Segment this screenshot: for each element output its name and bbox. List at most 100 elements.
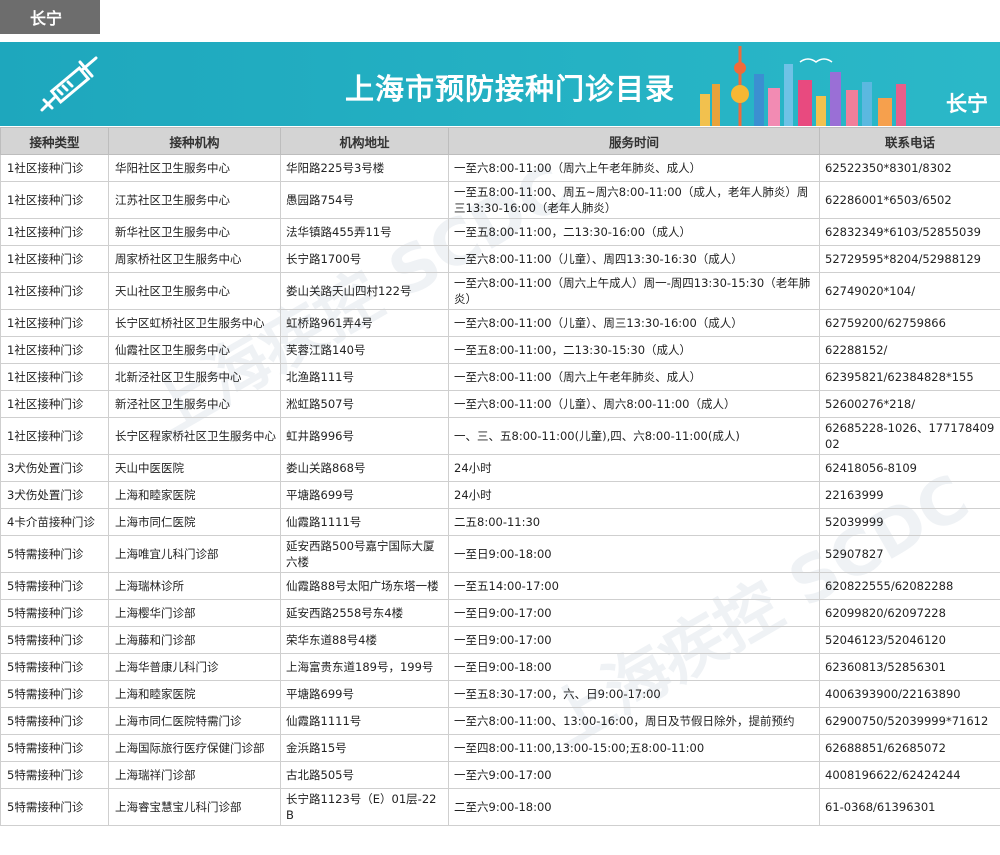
cell-organization: 长宁区虹桥社区卫生服务中心 — [108, 309, 281, 337]
cell-service-time: 一至五8:00-11:00、周五~周六8:00-11:00（成人，老年人肺炎）周… — [448, 181, 820, 219]
cell-organization: 上海市同仁医院 — [108, 508, 281, 536]
cell-type: 1社区接种门诊 — [0, 363, 109, 391]
table-row: 1社区接种门诊 长宁区程家桥社区卫生服务中心 虹井路996号 一、三、五8:00-11… — [0, 417, 1000, 455]
cell-type: 5特需接种门诊 — [0, 734, 109, 762]
cell-phone: 4006393900/22163890 — [819, 680, 1000, 708]
cell-phone: 4008196622/62424244 — [819, 761, 1000, 789]
cell-address: 仙霞路1111号 — [280, 508, 449, 536]
cell-type: 1社区接种门诊 — [0, 245, 109, 273]
cell-address: 虹井路996号 — [280, 417, 449, 455]
cell-service-time: 一至日9:00-18:00 — [448, 535, 820, 573]
cell-organization: 江苏社区卫生服务中心 — [108, 181, 281, 219]
table-row: 1社区接种门诊 仙霞社区卫生服务中心 芙蓉江路140号 一至五8:00-11:00，二… — [0, 336, 1000, 364]
column-header-phone: 联系电话 — [819, 127, 1000, 155]
table-row: 5特需接种门诊 上海樱华门诊部 延安西路2558号东4楼 一至日9:00-17:00 6… — [0, 599, 1000, 627]
cell-address: 法华镇路455弄11号 — [280, 218, 449, 246]
page-title: 上海市预防接种门诊目录 — [345, 72, 676, 106]
table-row: 5特需接种门诊 上海唯宜儿科门诊部 延安西路500号嘉宁国际大厦六楼 一至日9:00-… — [0, 535, 1000, 573]
table-row: 5特需接种门诊 上海瑞祥门诊部 古北路505号 一至六9:00-17:00 400819… — [0, 761, 1000, 789]
cell-phone: 61-0368/61396301 — [819, 788, 1000, 826]
cell-service-time: 一至五8:00-11:00，二13:30-16:00（成人） — [448, 218, 820, 246]
cell-organization: 长宁区程家桥社区卫生服务中心 — [108, 417, 281, 455]
cell-type: 5特需接种门诊 — [0, 572, 109, 600]
cell-address: 金浜路15号 — [280, 734, 449, 762]
cell-phone: 62900750/52039999*71612 — [819, 707, 1000, 735]
cell-phone: 22163999 — [819, 481, 1000, 509]
table-row: 1社区接种门诊 长宁区虹桥社区卫生服务中心 虹桥路961弄4号 一至六8:00-11:… — [0, 309, 1000, 337]
cell-type: 5特需接种门诊 — [0, 653, 109, 681]
table-row: 1社区接种门诊 新泾社区卫生服务中心 淞虹路507号 一至六8:00-11:00（儿童… — [0, 390, 1000, 418]
cell-type: 4卡介苗接种门诊 — [0, 508, 109, 536]
cell-type: 5特需接种门诊 — [0, 535, 109, 573]
cell-address: 虹桥路961弄4号 — [280, 309, 449, 337]
cell-organization: 上海睿宝慧宝儿科门诊部 — [108, 788, 281, 826]
column-header-address: 机构地址 — [280, 127, 449, 155]
cell-service-time: 一至六8:00-11:00（周六上午老年肺炎、成人） — [448, 154, 820, 182]
cell-type: 5特需接种门诊 — [0, 761, 109, 789]
cell-phone: 62395821/62384828*155 — [819, 363, 1000, 391]
cell-type: 5特需接种门诊 — [0, 680, 109, 708]
cell-organization: 上海华普康儿科门诊 — [108, 653, 281, 681]
cell-service-time: 一至六8:00-11:00、13:00-16:00，周日及节假日除外，提前预约 — [448, 707, 820, 735]
column-header-type: 接种类型 — [0, 127, 109, 155]
cell-phone: 62522350*8301/8302 — [819, 154, 1000, 182]
cell-organization: 仙霞社区卫生服务中心 — [108, 336, 281, 364]
cell-type: 1社区接种门诊 — [0, 309, 109, 337]
cell-type: 1社区接种门诊 — [0, 336, 109, 364]
cell-type: 1社区接种门诊 — [0, 417, 109, 455]
clinic-table: 接种类型 接种机构 机构地址 服务时间 联系电话 1社区接种门诊 华阳社区卫生服务… — [0, 127, 1000, 826]
table-header-row: 接种类型 接种机构 机构地址 服务时间 联系电话 — [0, 127, 1000, 155]
cell-organization: 上海瑞祥门诊部 — [108, 761, 281, 789]
cell-type: 3犬伤处置门诊 — [0, 454, 109, 482]
cell-type: 5特需接种门诊 — [0, 788, 109, 826]
cell-type: 1社区接种门诊 — [0, 272, 109, 310]
cell-address: 愚园路754号 — [280, 181, 449, 219]
cell-phone: 62418056-8109 — [819, 454, 1000, 482]
table-row: 3犬伤处置门诊 上海和睦家医院 平塘路699号 24小时 22163999 — [0, 481, 1000, 509]
cell-service-time: 一至五14:00-17:00 — [448, 572, 820, 600]
table-row: 4卡介苗接种门诊 上海市同仁医院 仙霞路1111号 二五8:00-11:30 52039… — [0, 508, 1000, 536]
cell-phone: 52039999 — [819, 508, 1000, 536]
cell-type: 1社区接种门诊 — [0, 218, 109, 246]
skyline-illustration — [700, 46, 906, 126]
cell-service-time: 一至日9:00-18:00 — [448, 653, 820, 681]
cell-service-time: 一至六8:00-11:00（儿童）、周三13:30-16:00（成人） — [448, 309, 820, 337]
cell-phone: 62688851/62685072 — [819, 734, 1000, 762]
cell-phone: 62749020*104/ — [819, 272, 1000, 310]
cell-service-time: 24小时 — [448, 481, 820, 509]
cell-address: 上海富贵东道189号，199号 — [280, 653, 449, 681]
banner: 上海市预防接种门诊目录 长宁 — [0, 42, 1000, 126]
cell-address: 平塘路699号 — [280, 680, 449, 708]
cell-organization: 上海樱华门诊部 — [108, 599, 281, 627]
cell-address: 娄山关路天山四村122号 — [280, 272, 449, 310]
cell-service-time: 二五8:00-11:30 — [448, 508, 820, 536]
cell-service-time: 一、三、五8:00-11:00(儿童),四、六8:00-11:00(成人) — [448, 417, 820, 455]
cell-organization: 上海市同仁医院特需门诊 — [108, 707, 281, 735]
table-row: 1社区接种门诊 新华社区卫生服务中心 法华镇路455弄11号 一至五8:00-11:0… — [0, 218, 1000, 246]
cell-address: 淞虹路507号 — [280, 390, 449, 418]
cell-address: 华阳路225号3号楼 — [280, 154, 449, 182]
table-row: 5特需接种门诊 上海华普康儿科门诊 上海富贵东道189号，199号 一至日9:00-1… — [0, 653, 1000, 681]
cell-organization: 上海瑞林诊所 — [108, 572, 281, 600]
cell-service-time: 二至六9:00-18:00 — [448, 788, 820, 826]
cell-type: 5特需接种门诊 — [0, 626, 109, 654]
district-tab[interactable]: 长宁 — [0, 0, 100, 34]
cell-type: 1社区接种门诊 — [0, 154, 109, 182]
cell-organization: 天山社区卫生服务中心 — [108, 272, 281, 310]
cell-address: 芙蓉江路140号 — [280, 336, 449, 364]
table-row: 5特需接种门诊 上海市同仁医院特需门诊 仙霞路1111号 一至六8:00-11:00、… — [0, 707, 1000, 735]
cell-service-time: 一至六8:00-11:00（儿童）、周六8:00-11:00（成人） — [448, 390, 820, 418]
cell-address: 古北路505号 — [280, 761, 449, 789]
cell-address: 仙霞路88号太阳广场东塔一楼 — [280, 572, 449, 600]
cell-service-time: 一至五8:00-11:00，二13:30-15:30（成人） — [448, 336, 820, 364]
cell-organization: 新泾社区卫生服务中心 — [108, 390, 281, 418]
cell-phone: 620822555/62082288 — [819, 572, 1000, 600]
cell-phone: 62832349*6103/52855039 — [819, 218, 1000, 246]
cell-organization: 上海和睦家医院 — [108, 481, 281, 509]
cell-organization: 新华社区卫生服务中心 — [108, 218, 281, 246]
table-row: 5特需接种门诊 上海瑞林诊所 仙霞路88号太阳广场东塔一楼 一至五14:00-17:0… — [0, 572, 1000, 600]
cell-phone: 52600276*218/ — [819, 390, 1000, 418]
cell-address: 延安西路2558号东4楼 — [280, 599, 449, 627]
cell-service-time: 一至五8:30-17:00，六、日9:00-17:00 — [448, 680, 820, 708]
cell-organization: 天山中医医院 — [108, 454, 281, 482]
